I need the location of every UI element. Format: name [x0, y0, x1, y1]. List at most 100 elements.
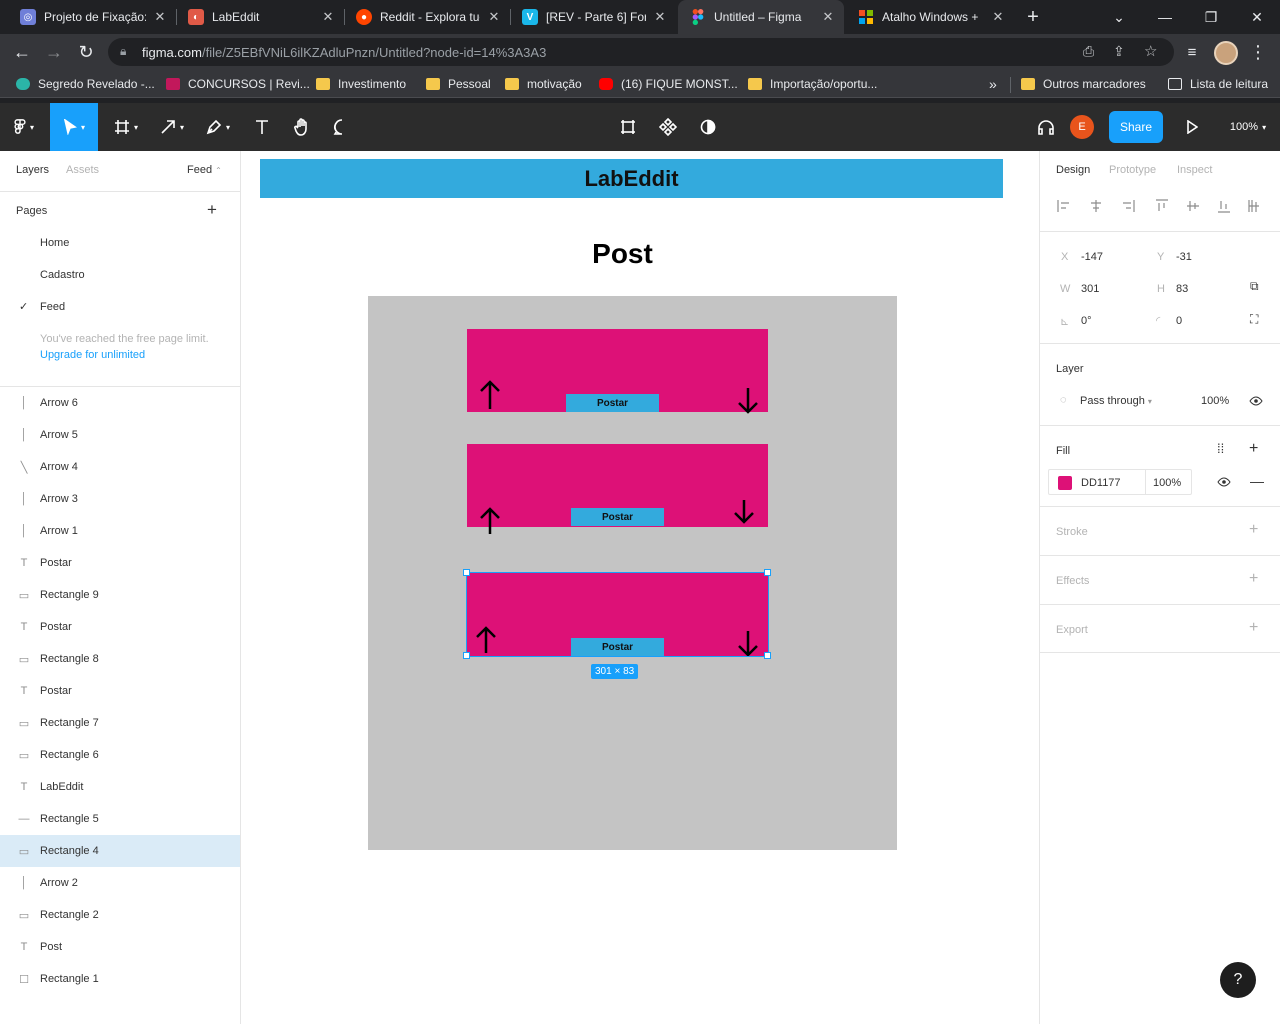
share-button[interactable]: Share: [1109, 111, 1163, 143]
audio-chat-button[interactable]: [1026, 103, 1066, 151]
present-button[interactable]: [1174, 103, 1210, 151]
layer-row[interactable]: ▭ Rectangle 6: [0, 739, 240, 771]
layer-row[interactable]: ▭ Rectangle 7: [0, 707, 240, 739]
browser-tab[interactable]: ◐ LabEddit ✕: [176, 0, 344, 34]
other-bookmarks-folder[interactable]: Outros marcadores: [1021, 75, 1146, 93]
comment-tool-button[interactable]: [322, 103, 362, 151]
fill-swatch[interactable]: [1058, 476, 1072, 490]
url-field[interactable]: 🔒︎ figma.com/file/Z5EBfVNiL6ilKZAdluPnzn…: [108, 38, 1174, 66]
zoom-dropdown[interactable]: 100% ▾: [1220, 103, 1276, 151]
constrain-proportions-icon[interactable]: ⧉: [1250, 279, 1259, 294]
layer-row[interactable]: ▭ Rectangle 8: [0, 643, 240, 675]
rotation-field[interactable]: 0°: [1081, 315, 1092, 327]
add-fill-icon[interactable]: +: [1249, 440, 1258, 458]
bookmark-item[interactable]: CONCURSOS | Revi...: [166, 75, 310, 93]
pen-tool-button[interactable]: ▾: [196, 103, 240, 151]
arrow-down-icon[interactable]: [736, 387, 760, 415]
add-page-icon[interactable]: +: [207, 200, 217, 220]
bookmark-item[interactable]: Segredo Revelado -...: [16, 75, 155, 93]
reading-list-button[interactable]: Lista de leitura: [1168, 75, 1268, 93]
browser-menu-icon[interactable]: ⋮: [1244, 38, 1272, 66]
layer-row[interactable]: │ Arrow 5: [0, 419, 240, 451]
lock-icon[interactable]: 🔒︎: [120, 44, 126, 59]
close-icon[interactable]: ✕: [820, 9, 836, 25]
fill-opacity-value[interactable]: 100%: [1153, 477, 1181, 489]
media-control-icon[interactable]: ≡: [1178, 38, 1206, 66]
crop-button[interactable]: [608, 103, 648, 151]
resize-handle[interactable]: [463, 652, 470, 659]
post-heading[interactable]: Post: [241, 238, 1004, 270]
fill-hex-value[interactable]: DD1177: [1081, 477, 1121, 489]
browser-tab[interactable]: V [REV - Parte 6] Forr ✕: [510, 0, 676, 34]
layer-row[interactable]: ▭ Rectangle 4: [0, 835, 240, 867]
bookmark-item[interactable]: (16) FIQUE MONST...: [599, 75, 738, 93]
tab-design[interactable]: Design: [1056, 164, 1090, 176]
mask-button[interactable]: [688, 103, 728, 151]
layer-row[interactable]: ╲ Arrow 4: [0, 451, 240, 483]
eye-icon[interactable]: [1217, 477, 1231, 487]
layer-opacity-field[interactable]: 100%: [1201, 395, 1229, 407]
browser-tab[interactable]: Atalho Windows + ✕: [846, 0, 1014, 34]
tab-inspect[interactable]: Inspect: [1177, 164, 1212, 176]
layer-row[interactable]: — Rectangle 5: [0, 803, 240, 835]
close-icon[interactable]: ✕: [486, 9, 502, 25]
share-page-icon[interactable]: ⇪: [1113, 43, 1125, 60]
forward-button[interactable]: →: [40, 38, 68, 66]
new-tab-button[interactable]: +: [1010, 0, 1056, 34]
page-item-cadastro[interactable]: Cadastro: [40, 269, 85, 281]
move-tool-button[interactable]: ▾: [50, 103, 98, 151]
minimize-button[interactable]: —: [1142, 0, 1188, 34]
browser-tab[interactable]: ◎ Projeto de Fixação: ✕: [8, 0, 176, 34]
back-button[interactable]: ←: [8, 38, 36, 66]
maximize-button[interactable]: ❐: [1188, 0, 1234, 34]
layer-row[interactable]: T Postar: [0, 547, 240, 579]
close-icon[interactable]: ✕: [652, 9, 668, 25]
radius-field[interactable]: 0: [1176, 315, 1182, 327]
independent-corners-icon[interactable]: ⛶: [1250, 312, 1258, 327]
page-switcher[interactable]: Feed ⌃: [187, 164, 222, 176]
layer-row[interactable]: T Postar: [0, 675, 240, 707]
blend-mode-dropdown[interactable]: Pass through ▾: [1080, 395, 1152, 407]
layer-row[interactable]: T Post: [0, 931, 240, 963]
close-icon[interactable]: ✕: [990, 9, 1006, 25]
tab-prototype[interactable]: Prototype: [1109, 164, 1156, 176]
layer-row[interactable]: ▭ Rectangle 2: [0, 899, 240, 931]
resize-handle[interactable]: [463, 569, 470, 576]
height-field[interactable]: 83: [1176, 283, 1188, 295]
layer-row[interactable]: T LabEddit: [0, 771, 240, 803]
resize-handle[interactable]: [764, 569, 771, 576]
labeddit-header[interactable]: LabEddit: [260, 159, 1003, 198]
eye-icon[interactable]: [1249, 396, 1263, 406]
shape-tool-button[interactable]: ▾: [150, 103, 194, 151]
frame-tool-button[interactable]: ▾: [104, 103, 148, 151]
x-field[interactable]: -147: [1081, 251, 1103, 263]
style-grid-icon[interactable]: ⁞⁞: [1217, 441, 1224, 456]
bookmark-item[interactable]: Investimento: [316, 75, 406, 93]
arrow-down-icon[interactable]: [732, 499, 756, 525]
main-menu-button[interactable]: ▾: [0, 103, 48, 151]
reload-button[interactable]: ↻: [72, 38, 100, 66]
more-bookmarks-button[interactable]: »: [989, 75, 997, 93]
layer-row[interactable]: ☐ Rectangle 1: [0, 963, 240, 995]
bookmark-item[interactable]: Importação/oportu...: [748, 75, 877, 93]
width-field[interactable]: 301: [1081, 283, 1099, 295]
profile-avatar[interactable]: [1214, 41, 1238, 65]
browser-tab-active[interactable]: Untitled – Figma ✕: [678, 0, 844, 34]
layer-row[interactable]: T Postar: [0, 611, 240, 643]
design-canvas[interactable]: LabEddit Post Postar Postar Postar 301 ×…: [241, 151, 1039, 1024]
text-tool-button[interactable]: [242, 103, 282, 151]
close-icon[interactable]: ✕: [320, 9, 336, 25]
tab-search-icon[interactable]: ⌄: [1096, 0, 1142, 34]
fill-color-field[interactable]: DD1177 100%: [1048, 469, 1192, 495]
layer-row[interactable]: ▭ Rectangle 9: [0, 579, 240, 611]
close-window-button[interactable]: ✕: [1234, 0, 1280, 34]
postar-button[interactable]: Postar: [571, 508, 664, 526]
tab-layers[interactable]: Layers: [16, 164, 49, 176]
layer-row[interactable]: │ Arrow 6: [0, 387, 240, 419]
user-avatar[interactable]: E: [1070, 115, 1094, 139]
page-item-home[interactable]: Home: [40, 237, 69, 249]
remove-fill-icon[interactable]: —: [1250, 473, 1264, 489]
hand-tool-button[interactable]: [282, 103, 322, 151]
upgrade-link[interactable]: Upgrade for unlimited: [40, 349, 145, 361]
browser-tab[interactable]: ● Reddit - Explora tuc ✕: [344, 0, 510, 34]
